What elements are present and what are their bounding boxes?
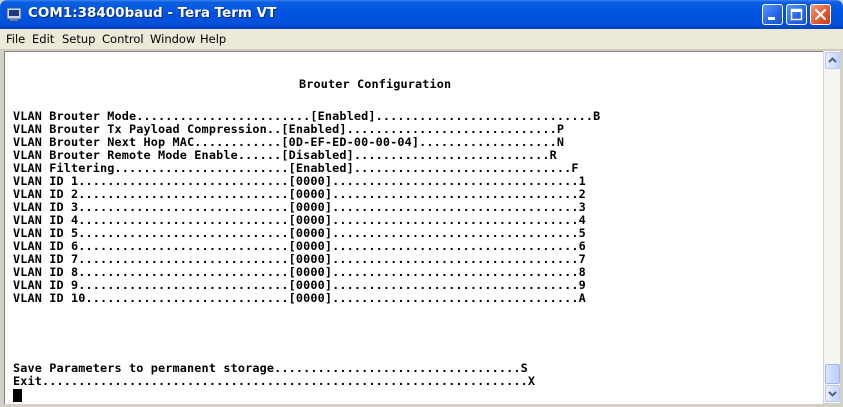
menu-setup[interactable]: Setup (62, 32, 95, 46)
teraterm-window: COM1:38400baud - Tera Term VT File Edit … (0, 0, 843, 407)
menu-edit[interactable]: Edit (32, 32, 54, 46)
menu-bar: File Edit Setup Control Window Help (0, 29, 843, 50)
menu-window[interactable]: Window (150, 32, 195, 46)
title-bar[interactable]: COM1:38400baud - Tera Term VT (0, 0, 843, 29)
maximize-button[interactable] (786, 4, 807, 25)
terminal-cursor (13, 389, 22, 402)
close-icon (814, 8, 827, 21)
terminal-screen[interactable]: Brouter Configuration VLAN Brouter Mode.… (4, 51, 823, 404)
menu-control[interactable]: Control (102, 32, 144, 46)
terminal-heading: Brouter Configuration (299, 77, 452, 91)
window-title: COM1:38400baud - Tera Term VT (28, 5, 277, 21)
terminal-line: VLAN ID 10............................[0… (13, 291, 586, 305)
scrollbar-thumb[interactable] (825, 364, 840, 384)
chevron-up-icon (828, 57, 837, 63)
scroll-up-button[interactable] (825, 52, 840, 69)
minimize-icon (768, 17, 775, 20)
menu-file[interactable]: File (6, 32, 25, 46)
teraterm-app-icon (6, 7, 22, 21)
menu-help[interactable]: Help (200, 32, 226, 46)
terminal-exit-line: Exit....................................… (13, 374, 536, 388)
scroll-down-button[interactable] (825, 385, 840, 402)
maximize-icon (790, 8, 803, 21)
vertical-scrollbar[interactable] (823, 51, 840, 403)
minimize-button[interactable] (762, 4, 783, 25)
chevron-down-icon (828, 391, 837, 397)
close-button[interactable] (810, 4, 831, 25)
